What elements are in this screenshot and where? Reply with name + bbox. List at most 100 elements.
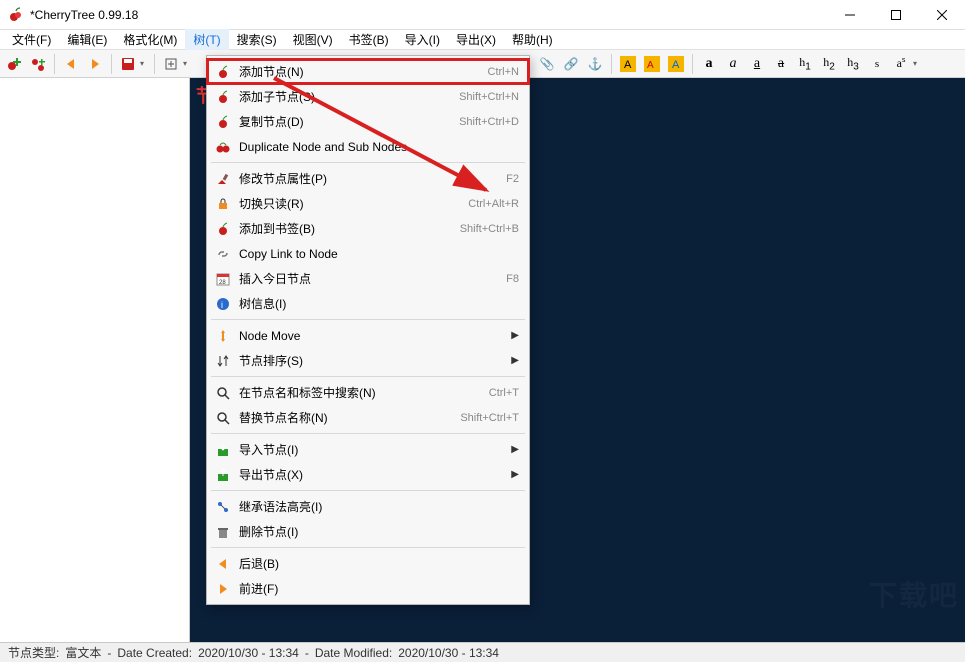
add-node-icon[interactable] [4,54,24,74]
menu-separator [211,376,525,377]
status-type-value: 富文本 [65,644,101,661]
search-icon [213,385,233,401]
menu-item-accel: Shift+Ctrl+D [459,116,519,128]
cherry-icon [213,89,233,105]
export-icon[interactable] [161,54,181,74]
close-button[interactable] [919,0,965,30]
strike-icon[interactable]: a [771,54,791,74]
watermark: 下载吧 [869,574,959,614]
svg-text:28: 28 [219,280,226,286]
menu-item-15[interactable]: 在节点名和标签中搜索(N)Ctrl+T [207,380,529,405]
menu-item-24[interactable]: 后退(B) [207,551,529,576]
menu-item-16[interactable]: 替换节点名称(N)Shift+Ctrl+T [207,405,529,430]
menu-导入I[interactable]: 导入(I) [397,29,448,50]
color-b-icon[interactable]: A [642,54,662,74]
menu-item-21[interactable]: 继承语法高亮(I) [207,494,529,519]
menu-item-label: Node Move [239,329,511,343]
status-sep: - [107,646,111,660]
menu-item-label: 导入节点(I) [239,441,511,458]
save-dropdown-icon[interactable]: ▾ [140,59,148,68]
menu-item-8[interactable]: Copy Link to Node [207,241,529,266]
info-icon: i [213,296,233,312]
move-icon [213,328,233,344]
search-icon [213,410,233,426]
menu-item-13[interactable]: 节点排序(S)▶ [207,348,529,373]
bold-icon[interactable]: a [699,54,719,74]
tree-sidebar[interactable] [0,78,190,642]
add-subnode-icon[interactable] [28,54,48,74]
menu-item-accel: Ctrl+T [489,387,519,399]
small-icon[interactable]: s [867,54,887,74]
h3-icon[interactable]: h3 [843,54,863,74]
menu-item-0[interactable]: 添加节点(N)Ctrl+N [207,59,529,84]
color-a-icon[interactable]: A [618,54,638,74]
menu-item-label: 在节点名和标签中搜索(N) [239,384,489,401]
super-icon[interactable]: as [891,54,911,74]
menu-item-accel: Ctrl+Alt+R [468,198,519,210]
menu-item-label: 继承语法高亮(I) [239,498,519,515]
export-dropdown-icon[interactable]: ▾ [183,59,191,68]
app-icon [8,7,24,23]
save-icon[interactable] [118,54,138,74]
menu-搜索S[interactable]: 搜索(S) [229,29,285,50]
link-icon [213,246,233,262]
menu-item-label: 导出节点(X) [239,466,511,483]
menu-格式化M[interactable]: 格式化(M) [115,29,185,50]
menu-书签B[interactable]: 书签(B) [341,29,397,50]
menu-item-label: 修改节点属性(P) [239,170,506,187]
menu-item-label: 添加子节点(S) [239,88,459,105]
h2-icon[interactable]: h2 [819,54,839,74]
menu-item-label: 删除节点(I) [239,523,519,540]
menu-文件F[interactable]: 文件(F) [4,29,59,50]
menu-树T[interactable]: 树(T) [185,29,228,50]
link-icon[interactable]: 🔗 [561,54,581,74]
menu-item-accel: F2 [506,173,519,185]
maximize-button[interactable] [873,0,919,30]
menu-item-2[interactable]: 复制节点(D)Shift+Ctrl+D [207,109,529,134]
menu-separator [211,319,525,320]
submenu-arrow-icon: ▶ [511,355,519,366]
menu-item-9[interactable]: 28插入今日节点F8 [207,266,529,291]
menu-帮助H[interactable]: 帮助(H) [504,29,561,50]
menu-item-19[interactable]: 导出节点(X)▶ [207,462,529,487]
status-modified-value: 2020/10/30 - 13:34 [398,646,499,660]
menu-item-label: 替换节点名称(N) [239,409,460,426]
menu-item-label: 树信息(I) [239,295,519,312]
format-dropdown-icon[interactable]: ▾ [913,59,921,68]
menu-编辑E[interactable]: 编辑(E) [59,29,115,50]
attach-icon[interactable]: 📎 [537,54,557,74]
menu-item-22[interactable]: 删除节点(I) [207,519,529,544]
statusbar: 节点类型: 富文本 - Date Created: 2020/10/30 - 1… [0,642,965,662]
sort-icon [213,353,233,369]
trash-icon [213,524,233,540]
italic-icon[interactable]: a [723,54,743,74]
svg-text:A: A [624,59,632,71]
menu-视图V[interactable]: 视图(V) [285,29,341,50]
underline-icon[interactable]: a [747,54,767,74]
menu-item-25[interactable]: 前进(F) [207,576,529,601]
menu-item-10[interactable]: i 树信息(I) [207,291,529,316]
menu-item-3[interactable]: Duplicate Node and Sub Nodes [207,134,529,159]
back-icon[interactable] [61,54,81,74]
cherry-icon [213,114,233,130]
h1-icon[interactable]: h1 [795,54,815,74]
menu-导出X[interactable]: 导出(X) [448,29,504,50]
lock-icon [213,196,233,212]
color-c-icon[interactable]: A [666,54,686,74]
menu-item-1[interactable]: 添加子节点(S)Shift+Ctrl+N [207,84,529,109]
menu-item-12[interactable]: Node Move▶ [207,323,529,348]
menu-item-6[interactable]: 切换只读(R)Ctrl+Alt+R [207,191,529,216]
minimize-button[interactable] [827,0,873,30]
menu-item-7[interactable]: 添加到书签(B)Shift+Ctrl+B [207,216,529,241]
menu-item-label: Duplicate Node and Sub Nodes [239,140,519,154]
brush-icon [213,171,233,187]
anchor-icon[interactable]: ⚓ [585,54,605,74]
forward-icon[interactable] [85,54,105,74]
submenu-arrow-icon: ▶ [511,330,519,341]
menu-item-18[interactable]: 导入节点(I)▶ [207,437,529,462]
window-title: *CherryTree 0.99.18 [30,8,138,22]
cherry-icon [213,64,233,80]
menu-item-5[interactable]: 修改节点属性(P)F2 [207,166,529,191]
svg-text:A: A [672,59,680,71]
cherry-icon [213,221,233,237]
